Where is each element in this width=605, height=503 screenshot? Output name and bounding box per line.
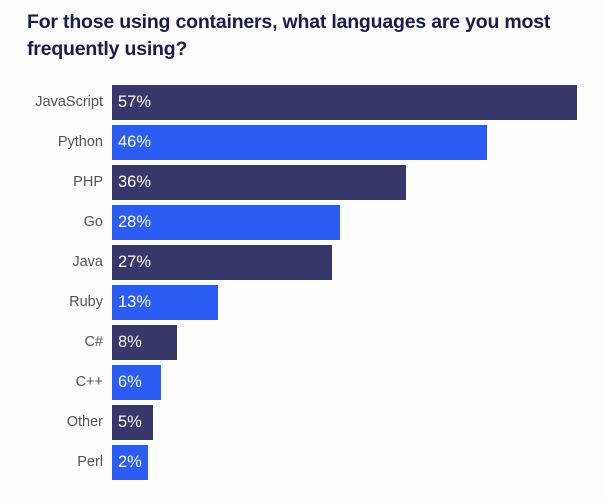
bar-category-label: Java bbox=[72, 254, 103, 270]
bar-track: 28% bbox=[112, 205, 605, 240]
bar-track: 13% bbox=[112, 285, 605, 320]
bar-value-label: 2% bbox=[118, 453, 142, 472]
bar-category-label: Go bbox=[83, 214, 103, 230]
chart-container: For those using containers, what languag… bbox=[0, 0, 605, 503]
bar-track: 36% bbox=[112, 165, 605, 200]
bar-category-label: C++ bbox=[75, 374, 103, 390]
bar-value-label: 8% bbox=[118, 333, 142, 352]
bar[interactable]: 13% bbox=[112, 285, 219, 320]
bar-row: Go 28% bbox=[0, 205, 605, 240]
bar[interactable]: 5% bbox=[112, 405, 153, 440]
bar-row: Python 46% bbox=[0, 125, 605, 160]
bar-track: 46% bbox=[112, 125, 605, 160]
bar-track: 5% bbox=[112, 405, 605, 440]
bar-row: JavaScript 57% bbox=[0, 85, 605, 120]
bar-row: C# 8% bbox=[0, 325, 605, 360]
bar-category-label: C# bbox=[84, 334, 103, 350]
bar-value-label: 36% bbox=[118, 173, 152, 192]
bar-row: Perl 2% bbox=[0, 445, 605, 480]
bar-category-label: Perl bbox=[77, 454, 103, 470]
bar[interactable]: 6% bbox=[112, 365, 161, 400]
bar-value-label: 13% bbox=[118, 293, 152, 312]
bar[interactable]: 36% bbox=[112, 165, 406, 200]
bar-category-label: Ruby bbox=[69, 294, 103, 310]
bar-category-label: Other bbox=[66, 414, 103, 430]
bar-value-label: 6% bbox=[118, 373, 142, 392]
bar-value-label: 57% bbox=[118, 93, 152, 112]
bar[interactable]: 8% bbox=[112, 325, 178, 360]
bar-value-label: 28% bbox=[118, 213, 152, 232]
bar[interactable]: 28% bbox=[112, 205, 341, 240]
bar-row: Other 5% bbox=[0, 405, 605, 440]
bar-category-label: Python bbox=[57, 134, 103, 150]
page-title: For those using containers, what languag… bbox=[27, 11, 551, 60]
bar-value-label: 5% bbox=[118, 413, 142, 432]
bar-track: 57% bbox=[112, 85, 605, 120]
bar[interactable]: 46% bbox=[112, 125, 488, 160]
bar-row: Ruby 13% bbox=[0, 285, 605, 320]
bar-value-label: 46% bbox=[118, 133, 152, 152]
bar-category-label: PHP bbox=[73, 174, 103, 190]
bar[interactable]: 2% bbox=[112, 445, 148, 480]
bar-track: 6% bbox=[112, 365, 605, 400]
bar[interactable]: 57% bbox=[112, 85, 577, 120]
bar-track: 8% bbox=[112, 325, 605, 360]
bar-chart-plot-area: JavaScript 57% Python 46% PHP 36% Go 28% Java 27%… bbox=[0, 85, 605, 490]
bar-category-label: JavaScript bbox=[35, 94, 103, 110]
bar-row: Java 27% bbox=[0, 245, 605, 280]
bar-track: 2% bbox=[112, 445, 605, 480]
bar-track: 27% bbox=[112, 245, 605, 280]
bar-row: C++ 6% bbox=[0, 365, 605, 400]
bar-value-label: 27% bbox=[118, 253, 152, 272]
bar-row: PHP 36% bbox=[0, 165, 605, 200]
bar[interactable]: 27% bbox=[112, 245, 333, 280]
